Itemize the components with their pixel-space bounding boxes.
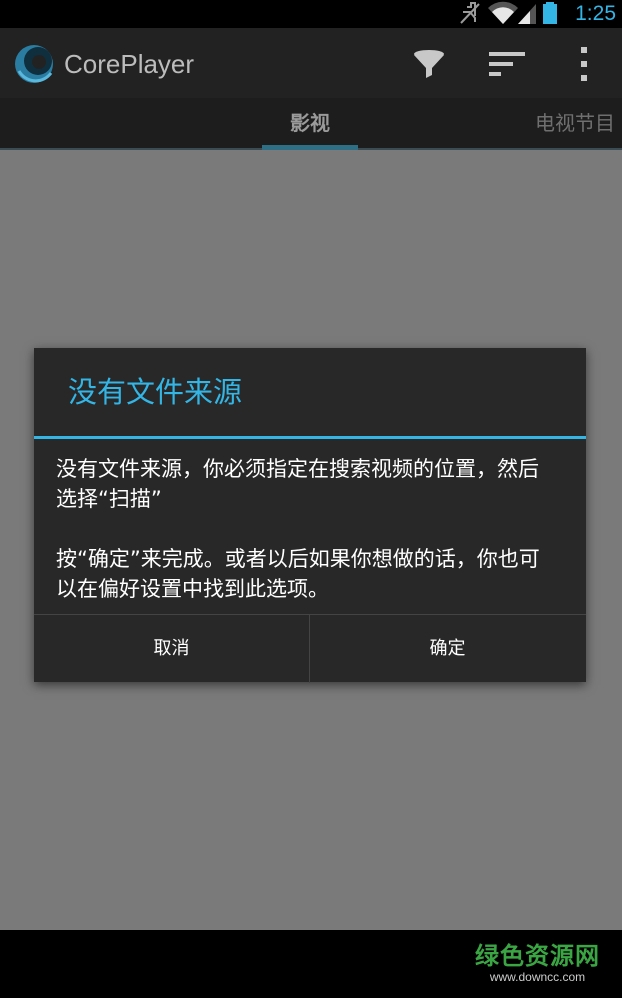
- watermark-url: www.downcc.com: [489, 970, 586, 984]
- watermark-name: 绿色资源网: [475, 942, 600, 970]
- sort-icon[interactable]: [487, 44, 527, 84]
- nav-bar: 绿色资源网 www.downcc.com: [0, 930, 622, 998]
- filter-icon[interactable]: [409, 44, 449, 84]
- dialog-message-line-1: 没有文件来源，你必须指定在搜索视频的位置，然后选择“扫描”: [56, 457, 539, 511]
- coreplayer-logo-icon[interactable]: [13, 43, 55, 85]
- ok-button[interactable]: 确定: [310, 615, 585, 683]
- action-bar: CorePlayer: [0, 28, 622, 98]
- tab-tv-shows[interactable]: 电视节目: [535, 110, 615, 136]
- dialog-message: 没有文件来源，你必须指定在搜索视频的位置，然后选择“扫描” 按“确定”来完成。或…: [56, 454, 546, 604]
- no-file-source-dialog: 没有文件来源 没有文件来源，你必须指定在搜索视频的位置，然后选择“扫描” 按“确…: [34, 348, 586, 683]
- dialog-title-divider: [34, 436, 586, 439]
- tab-movies[interactable]: 影视: [262, 110, 358, 136]
- dialog-message-line-2: 按“确定”来完成。或者以后如果你想做的话，你也可以在偏好设置中找到此选项。: [56, 547, 540, 601]
- cancel-button[interactable]: 取消: [34, 615, 309, 683]
- wifi-icon: [488, 1, 518, 25]
- dialog-button-bar: 取消 确定: [34, 614, 586, 683]
- app-title: CorePlayer: [64, 49, 195, 79]
- status-bar: 1:25: [0, 0, 622, 28]
- mute-icon: [460, 2, 480, 24]
- dialog-title: 没有文件来源: [68, 375, 243, 409]
- status-time: 1:25: [575, 2, 616, 25]
- overflow-menu-icon[interactable]: [564, 44, 604, 84]
- battery-icon: [543, 2, 557, 24]
- watermark: 绿色资源网 www.downcc.com: [475, 942, 600, 984]
- tab-strip: 影视 电视节目: [0, 98, 622, 150]
- signal-icon: [518, 4, 536, 24]
